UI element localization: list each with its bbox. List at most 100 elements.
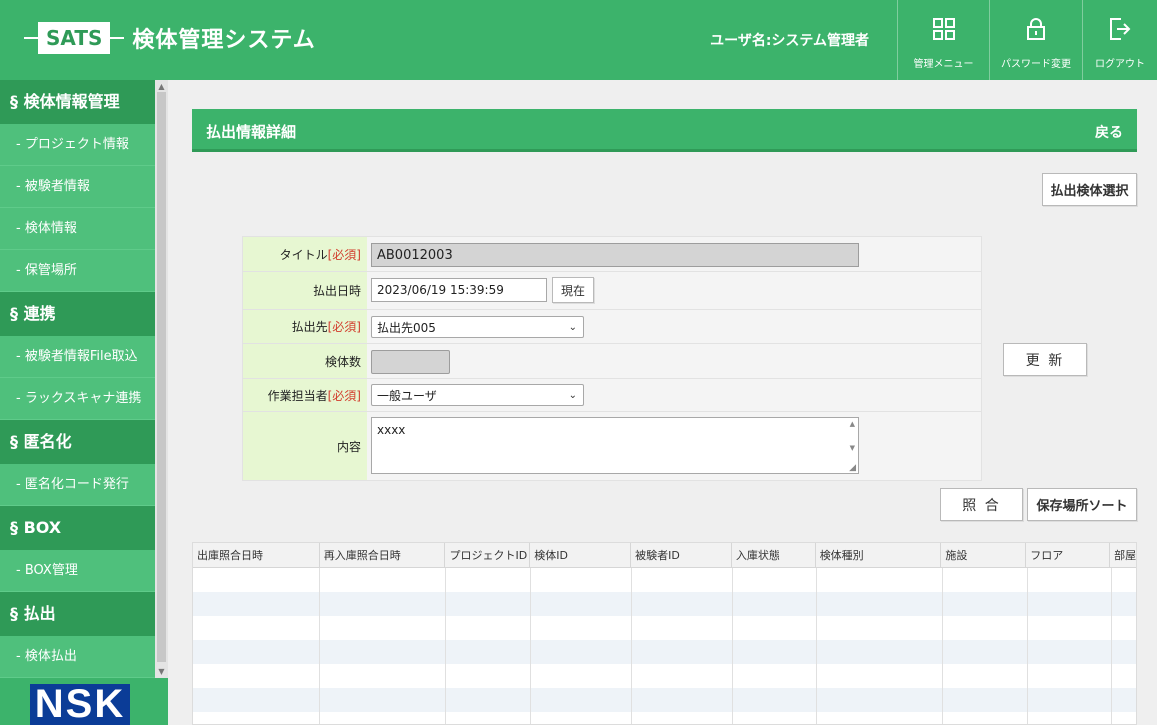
storage-sort-button[interactable]: 保存場所ソート (1027, 488, 1137, 521)
date-label: 払出日時 (243, 272, 367, 309)
sidebar-item-subject-file-import[interactable]: - 被験者情報File取込 (0, 336, 155, 378)
required-mark: [必須] (327, 320, 361, 334)
scrollbar-thumb[interactable] (157, 92, 166, 662)
logout-icon (1110, 18, 1131, 40)
admin-menu-label: 管理メニュー (913, 59, 974, 70)
title-input[interactable]: AB0012003 (371, 243, 859, 267)
sidebar-item-specimen[interactable]: - 検体情報 (0, 208, 155, 250)
content-field-cell: xxxx ▲ ▼ ◢ (367, 412, 981, 480)
sidebar-section-dispatch: § 払出 (0, 592, 155, 636)
count-field-cell (367, 344, 981, 378)
logout-label: ログアウト (1095, 59, 1145, 70)
title-field-cell: AB0012003 (367, 237, 981, 271)
form-row-date: 払出日時 2023/06/19 15:39:59 現在 (243, 272, 981, 310)
column-header[interactable]: 再入庫照合日時 (320, 543, 446, 567)
sidebar-section-specimen-management: § 検体情報管理 (0, 80, 155, 124)
column-header[interactable]: 検体種別 (816, 543, 942, 567)
sidebar-item-anonymize-code[interactable]: - 匿名化コード発行 (0, 464, 155, 506)
chevron-down-icon: ⌄ (568, 389, 577, 401)
column-header[interactable]: 被験者ID (631, 543, 732, 567)
match-button[interactable]: 照 合 (940, 488, 1023, 521)
change-password-button[interactable]: パスワード変更 (989, 0, 1082, 80)
sidebar-item-specimen-dispatch[interactable]: - 検体払出 (0, 636, 155, 678)
column-header[interactable]: 入庫状態 (732, 543, 816, 567)
page-title: 払出情報詳細 (206, 123, 297, 141)
table-row[interactable] (193, 640, 1136, 664)
destination-select[interactable]: 払出先005 ⌄ (371, 316, 584, 338)
sidebar-item-rack-scanner[interactable]: - ラックスキャナ連携 (0, 378, 155, 420)
scroll-up-icon[interactable]: ▲ (155, 82, 168, 91)
content-text: xxxx (377, 423, 406, 437)
title-label: タイトル [必須] (243, 237, 367, 271)
dispatch-form: タイトル [必須] AB0012003 払出日時 2023/06/19 15:39… (242, 236, 982, 481)
logo-dash-right (110, 37, 125, 39)
textarea-scroll-up-icon[interactable]: ▲ (850, 420, 855, 428)
sidebar-section-integration: § 連携 (0, 292, 155, 336)
page-title-bar: 払出情報詳細 戻る (192, 109, 1137, 152)
now-button[interactable]: 現在 (552, 277, 594, 303)
table-header-row: 出庫照合日時 再入庫照合日時 プロジェクトID 検体ID 被験者ID 入庫状態 … (193, 543, 1136, 568)
required-mark: [必須] (327, 247, 361, 262)
column-header[interactable]: 出庫照合日時 (193, 543, 320, 567)
content-label: 内容 (243, 412, 367, 480)
table-row[interactable] (193, 688, 1136, 712)
scroll-down-icon[interactable]: ▼ (155, 667, 168, 676)
date-input[interactable]: 2023/06/19 15:39:59 (371, 278, 547, 302)
lock-icon (1027, 18, 1045, 40)
worker-select-value: 一般ユーザ (377, 388, 437, 403)
admin-menu-button[interactable]: 管理メニュー (897, 0, 989, 80)
column-header[interactable]: プロジェクトID (445, 543, 531, 567)
table-row[interactable] (193, 712, 1136, 724)
column-header[interactable]: 部屋 (1110, 543, 1136, 567)
sidebar-section-box: § BOX (0, 506, 155, 550)
sidebar-section-anonymize: § 匿名化 (0, 420, 155, 464)
logo-dash-left (24, 37, 38, 39)
sidebar-item-box-management[interactable]: - BOX管理 (0, 550, 155, 592)
logo-mark: SATS (38, 22, 111, 54)
app-title: 検体管理システム (132, 28, 316, 53)
sidebar-scrollbar[interactable]: ▲ ▼ (155, 80, 168, 678)
title-label-text: タイトル (279, 247, 328, 262)
table-row[interactable] (193, 664, 1136, 688)
form-row-title: タイトル [必須] AB0012003 (243, 237, 981, 272)
sidebar-item-subject[interactable]: - 被験者情報 (0, 166, 155, 208)
user-name: ユーザ名:システム管理者 (710, 33, 869, 49)
table-row[interactable] (193, 592, 1136, 616)
brand-logo: NSK (30, 684, 130, 725)
required-mark: [必須] (327, 388, 361, 403)
date-field-cell: 2023/06/19 15:39:59 現在 (367, 272, 981, 309)
column-header[interactable]: 施設 (941, 543, 1027, 567)
specimen-table: 出庫照合日時 再入庫照合日時 プロジェクトID 検体ID 被験者ID 入庫状態 … (192, 542, 1137, 725)
resize-handle-icon[interactable]: ◢ (849, 463, 856, 473)
destination-label-text: 払出先 (291, 320, 328, 334)
table-row[interactable] (193, 616, 1136, 640)
worker-field-cell: 一般ユーザ ⌄ (367, 379, 981, 411)
column-header[interactable]: 検体ID (530, 543, 632, 567)
form-row-content: 内容 xxxx ▲ ▼ ◢ (243, 412, 981, 480)
destination-label: 払出先 [必須] (243, 310, 367, 343)
grid-icon (932, 18, 955, 40)
form-row-worker: 作業担当者 [必須] 一般ユーザ ⌄ (243, 379, 981, 412)
chevron-down-icon: ⌄ (568, 321, 577, 333)
app-logo: SATS 検体管理システム (24, 22, 316, 54)
worker-label: 作業担当者 [必須] (243, 379, 367, 411)
destination-select-value: 払出先005 (377, 320, 436, 335)
update-button[interactable]: 更 新 (1003, 343, 1087, 376)
worker-select[interactable]: 一般ユーザ ⌄ (371, 384, 584, 406)
textarea-scroll-down-icon[interactable]: ▼ (850, 444, 855, 452)
count-input[interactable] (371, 350, 450, 374)
table-row[interactable] (193, 568, 1136, 592)
column-header[interactable]: フロア (1026, 543, 1111, 567)
content-textarea[interactable]: xxxx ▲ ▼ ◢ (371, 417, 859, 474)
sidebar: § 検体情報管理 - プロジェクト情報 - 被験者情報 - 検体情報 - 保管場… (0, 80, 155, 680)
back-link[interactable]: 戻る (1095, 122, 1123, 142)
form-row-destination: 払出先 [必須] 払出先005 ⌄ (243, 310, 981, 344)
sidebar-item-project[interactable]: - プロジェクト情報 (0, 124, 155, 166)
logout-button[interactable]: ログアウト (1082, 0, 1157, 80)
select-specimen-button[interactable]: 払出検体選択 (1042, 173, 1137, 206)
app-header: SATS 検体管理システム ユーザ名:システム管理者 管理メニュー パスワード変… (0, 0, 1157, 80)
destination-field-cell: 払出先005 ⌄ (367, 310, 981, 343)
worker-label-text: 作業担当者 (267, 388, 328, 403)
sidebar-item-storage[interactable]: - 保管場所 (0, 250, 155, 292)
count-label: 検体数 (243, 344, 367, 378)
